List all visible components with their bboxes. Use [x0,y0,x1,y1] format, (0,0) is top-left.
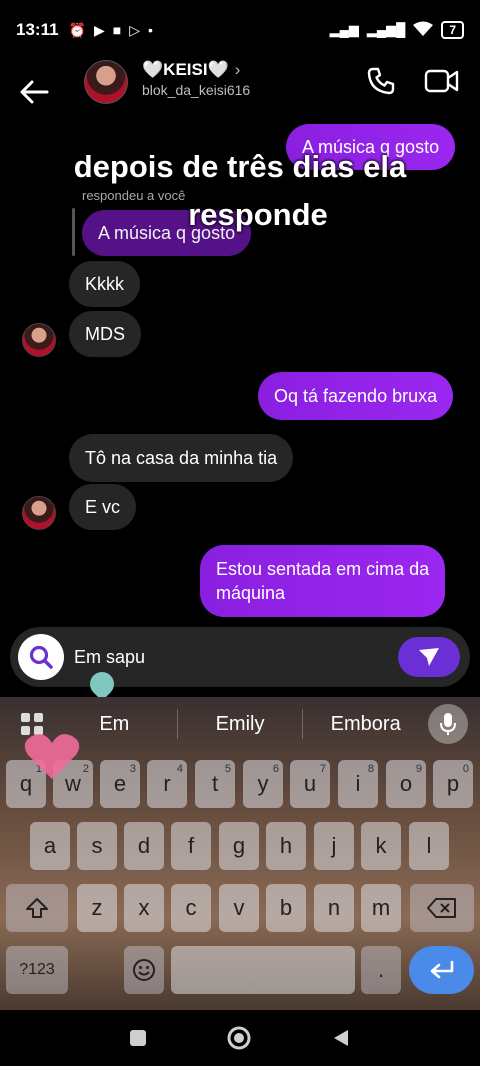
video-call-icon[interactable] [424,66,460,98]
symbols-key[interactable]: ?123 [6,946,68,994]
key-a[interactable]: a [30,822,70,870]
contact-info[interactable]: 🤍KEISI🤍 › blok_da_keisi616 [142,60,250,98]
contact-avatar[interactable] [84,60,128,104]
enter-icon [430,960,453,979]
shift-icon [26,898,48,918]
message-bubble-outgoing[interactable]: Estou sentada em cima da máquina [200,545,446,617]
microphone-icon[interactable] [428,704,469,744]
key-o[interactable]: o9 [386,760,426,808]
message-bubble-incoming[interactable]: Kkkk [69,261,141,307]
backspace-key[interactable] [410,884,474,932]
contact-handle: blok_da_keisi616 [142,82,251,98]
video-caption-line: responde [188,197,328,232]
video-caption-line: depois de três dias ela [73,149,407,184]
space-key[interactable] [171,946,355,994]
navigation-bar [0,1010,480,1066]
shift-key[interactable] [6,884,68,932]
emoji-icon [133,959,155,981]
key-h[interactable]: h [266,822,306,870]
send-button[interactable] [398,637,460,677]
key-c[interactable]: c [171,884,211,932]
battery-icon: 7 [441,21,464,39]
stop-icon: ■ [112,22,122,38]
key-f[interactable]: f [171,822,211,870]
recents-icon[interactable] [129,1029,147,1047]
suggestion-item[interactable]: Emily [178,713,303,736]
back-arrow-icon[interactable] [16,74,52,110]
message-bubble-outgoing[interactable]: Oq tá fazendo bruxa [258,372,454,420]
status-time: 13:11 [16,20,59,39]
status-bar: 13:11 ⏰ ▶ ■ ▷ • ▂▄▆ ▂▄▆█ 7 [0,0,480,60]
chevron-right-icon: › [234,60,241,79]
key-i[interactable]: i8 [338,760,378,808]
key-u[interactable]: u7 [290,760,330,808]
home-icon[interactable] [226,1025,252,1051]
message-input[interactable] [74,646,398,668]
message-bubble-incoming[interactable]: Tô na casa da minha tia [69,434,294,482]
key-g[interactable]: g [219,822,259,870]
key-p[interactable]: p0 [433,760,473,808]
key-b[interactable]: b [266,884,306,932]
key-x[interactable]: x [124,884,164,932]
wifi-icon [413,21,434,40]
send-icon [419,648,439,666]
back-icon[interactable] [331,1028,351,1048]
enter-key[interactable] [409,946,474,994]
key-d[interactable]: d [124,822,164,870]
key-v[interactable]: v [219,884,259,932]
key-e[interactable]: e3 [100,760,140,808]
search-icon[interactable] [18,634,64,680]
key-r[interactable]: r4 [147,760,187,808]
signal-icon: ▂▄▆ [329,22,359,37]
contact-avatar-small[interactable] [22,496,56,530]
media-icon: ▷ [129,21,141,38]
contact-name: 🤍KEISI🤍 [142,60,229,79]
key-t[interactable]: t5 [195,760,235,808]
message-bubble-incoming[interactable]: MDS [69,311,141,357]
key-s[interactable]: s [77,822,117,870]
alarm-icon: ⏰ [68,21,86,38]
suggestion-item[interactable]: Embora [303,713,428,736]
message-bubble-incoming[interactable]: E vc [69,484,137,530]
status-system-icons: ▂▄▆ ▂▄▆█ 7 [330,21,464,40]
play-icon: ▶ [93,21,105,38]
dot-icon: • [148,22,153,38]
phone-icon[interactable] [366,66,398,98]
emoji-key[interactable] [124,946,164,994]
period-key[interactable]: . [361,946,401,994]
contact-avatar-small[interactable] [22,323,56,357]
signal-icon: ▂▄▆█ [366,22,406,37]
chat-header: 🤍KEISI🤍 › blok_da_keisi616 [0,60,480,124]
key-l[interactable]: l [409,822,449,870]
backspace-icon [427,898,456,918]
key-n[interactable]: n [314,884,354,932]
heart-sticker-icon [24,734,80,779]
key-k[interactable]: k [361,822,401,870]
key-m[interactable]: m [361,884,401,932]
message-composer [10,627,470,687]
status-notification-icons: ⏰ ▶ ■ ▷ • [69,22,153,39]
key-j[interactable]: j [314,822,354,870]
key-y[interactable]: y6 [243,760,283,808]
key-z[interactable]: z [77,884,117,932]
